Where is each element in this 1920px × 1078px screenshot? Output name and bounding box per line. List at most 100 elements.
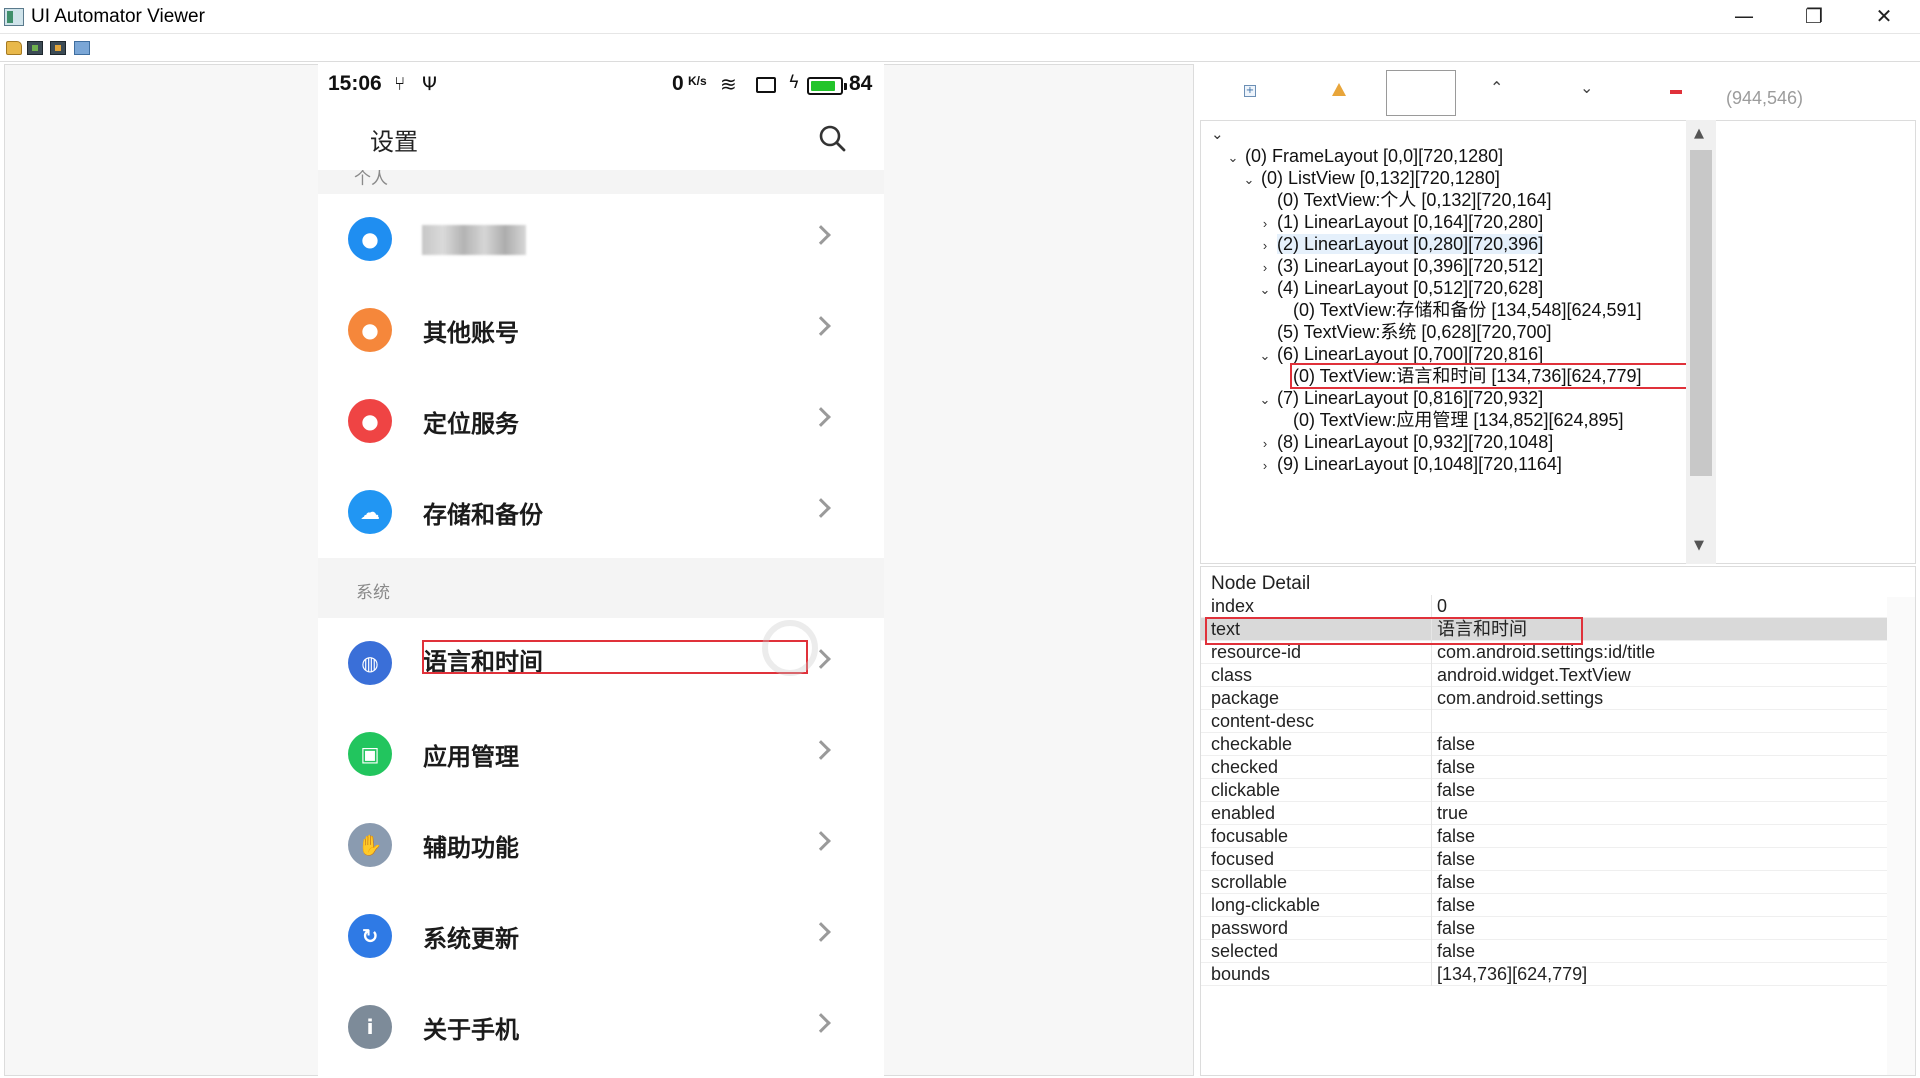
warning-icon[interactable] <box>1332 83 1346 96</box>
scrollbar-thumb[interactable] <box>1690 150 1712 476</box>
chevron-down-icon[interactable]: ⌄ <box>1580 78 1593 97</box>
person-icon: ● <box>348 308 392 352</box>
settings-row-accessibility[interactable]: ✋ 辅助功能 <box>318 800 884 891</box>
filter-input[interactable] <box>1386 70 1456 116</box>
detail-row-class[interactable]: class android.widget.TextView <box>1201 664 1887 687</box>
selected-node-highlight <box>422 640 808 674</box>
settings-row-other-accounts[interactable]: ● 其他账号 <box>318 285 884 376</box>
detail-row-scrollable[interactable]: scrollable false <box>1201 871 1887 894</box>
detail-value: false <box>1437 895 1476 915</box>
node-detail-title: Node Detail <box>1211 573 1311 594</box>
detail-key: clickable <box>1211 780 1281 800</box>
expanded-chevron-icon[interactable]: ⌄ <box>1257 277 1273 303</box>
settings-row-account[interactable]: ● <box>318 194 884 285</box>
detail-row-package[interactable]: package com.android.settings <box>1201 687 1887 710</box>
tree-node-label: (0) TextView:应用管理 [134,852][624,895] <box>1293 410 1624 430</box>
detail-row-checkable[interactable]: checkable false <box>1201 733 1887 756</box>
open-folder-icon[interactable] <box>6 41 22 55</box>
settings-row-storage-backup[interactable]: ☁ 存储和备份 <box>318 467 884 558</box>
remove-icon[interactable] <box>1670 90 1682 94</box>
tree-node-label: (3) LinearLayout [0,396][720,512] <box>1277 256 1544 276</box>
detail-row-content-desc[interactable]: content-desc <box>1201 710 1887 733</box>
tree-scrollbar[interactable]: ▲ ▼ <box>1686 120 1716 564</box>
detail-value: false <box>1437 918 1476 938</box>
settings-row-label: 系统更新 <box>423 925 519 953</box>
tree-node-label: (0) ListView [0,132][720,1280] <box>1261 168 1500 188</box>
detail-row-selected[interactable]: selected false <box>1201 940 1887 963</box>
detail-row-index[interactable]: index 0 <box>1201 595 1887 618</box>
expanded-chevron-icon[interactable]: ⌄ <box>1257 343 1273 369</box>
window-titlebar: UI Automator Viewer — ❐ ✕ <box>0 0 1920 34</box>
collapsed-chevron-icon[interactable]: › <box>1257 453 1273 479</box>
hierarchy-tree[interactable]: ⌄ ⌄ (0) FrameLayout [0,0][720,1280] ⌄ (0) L… <box>1200 120 1916 564</box>
chevron-right-icon <box>811 316 831 336</box>
chevron-up-icon[interactable]: ⌃ <box>1490 78 1503 97</box>
settings-row-system-update[interactable]: ↻ 系统更新 <box>318 891 884 982</box>
settings-row-about-phone[interactable]: i 关于手机 <box>318 982 884 1073</box>
detail-row-bounds[interactable]: bounds [134,736][624,779] <box>1201 963 1887 986</box>
column-divider <box>1431 825 1432 848</box>
usb-debug-icon: ⑂ <box>394 73 406 95</box>
battery-fill <box>811 81 835 91</box>
column-divider <box>1431 779 1432 802</box>
tree-node[interactable]: › (9) LinearLayout [0,1048][720,1164] <box>1257 451 1562 477</box>
tree-node-label: (0) TextView:语言和时间 [134,736][624,779] <box>1290 363 1695 389</box>
section-header-system-label: 系统 <box>356 583 390 603</box>
detail-row-focusable[interactable]: focusable false <box>1201 825 1887 848</box>
settings-row-location[interactable]: ● 定位服务 <box>318 376 884 467</box>
close-button[interactable]: ✕ <box>1854 0 1914 34</box>
window-title: UI Automator Viewer <box>31 6 205 27</box>
expanded-chevron-icon[interactable]: ⌄ <box>1241 167 1257 193</box>
tree-node-label: (7) LinearLayout [0,816][720,932] <box>1277 388 1544 408</box>
detail-scrollbar[interactable] <box>1887 597 1915 1075</box>
settings-group-system: ◍ 语言和时间 ▣ 应用管理 ✋ 辅助功能 ↻ 系统更新 i 关于手机 <box>318 618 884 1076</box>
maximize-button[interactable]: ❐ <box>1784 0 1844 34</box>
node-detail-panel: Node Detail index 0 text 语言和时间 resource-id co… <box>1200 566 1916 1076</box>
usb-icon: Ψ <box>422 73 437 95</box>
expand-all-icon[interactable]: + <box>1244 85 1256 97</box>
chevron-right-icon <box>811 922 831 942</box>
device-screenshot[interactable]: 15:06 ⑂ Ψ 0 K/s ≋ ϟ 84 设置 个人 ● ● 其他账号 ● … <box>318 64 884 1076</box>
detail-row-focused[interactable]: focused false <box>1201 848 1887 871</box>
save-icon[interactable] <box>74 41 90 55</box>
settings-row-label: 关于手机 <box>423 1016 519 1044</box>
column-divider <box>1431 871 1432 894</box>
tree-node-label: (0) FrameLayout [0,0][720,1280] <box>1245 146 1504 166</box>
device-screenshot-icon[interactable] <box>27 41 43 55</box>
minimize-button[interactable]: — <box>1714 0 1774 34</box>
chevron-down-icon[interactable]: ⌄ <box>1211 125 1224 143</box>
device-screenshot-compressed-icon[interactable] <box>50 41 66 55</box>
charging-bolt-icon: ϟ <box>788 72 800 93</box>
detail-row-long-clickable[interactable]: long-clickable false <box>1201 894 1887 917</box>
chevron-right-icon <box>811 831 831 851</box>
detail-row-clickable[interactable]: clickable false <box>1201 779 1887 802</box>
detail-value: false <box>1437 780 1476 800</box>
expanded-chevron-icon[interactable]: ⌄ <box>1225 145 1241 171</box>
battery-tip <box>844 83 847 90</box>
settings-row-language-time[interactable]: ◍ 语言和时间 <box>318 618 884 709</box>
scroll-down-icon[interactable]: ▼ <box>1694 538 1704 553</box>
detail-value: 0 <box>1437 596 1448 616</box>
info-icon: i <box>348 1005 392 1049</box>
detail-row-enabled[interactable]: enabled true <box>1201 802 1887 825</box>
expanded-chevron-icon[interactable]: ⌄ <box>1257 387 1273 413</box>
search-icon[interactable] <box>818 124 846 152</box>
location-pin-icon: ● <box>348 399 392 443</box>
column-divider <box>1431 963 1432 986</box>
settings-row-label: 定位服务 <box>423 410 519 438</box>
detail-key: focused <box>1211 849 1275 869</box>
detail-value: [134,736][624,779] <box>1437 964 1588 984</box>
update-icon: ↻ <box>348 914 392 958</box>
detail-row-password[interactable]: password false <box>1201 917 1887 940</box>
chevron-right-icon <box>811 1013 831 1033</box>
detail-row-checked[interactable]: checked false <box>1201 756 1887 779</box>
scroll-up-icon[interactable]: ▲ <box>1694 126 1704 141</box>
section-header-system: 系统 <box>318 558 884 618</box>
detail-value: true <box>1437 803 1469 823</box>
battery-icon <box>807 77 847 95</box>
column-divider <box>1431 894 1432 917</box>
settings-row-app-management[interactable]: ▣ 应用管理 <box>318 709 884 800</box>
settings-group-personal: ● ● 其他账号 ● 定位服务 ☁ 存储和备份 <box>318 194 884 558</box>
section-header-personal: 个人 <box>318 170 884 194</box>
detail-value: android.widget.TextView <box>1437 665 1631 685</box>
